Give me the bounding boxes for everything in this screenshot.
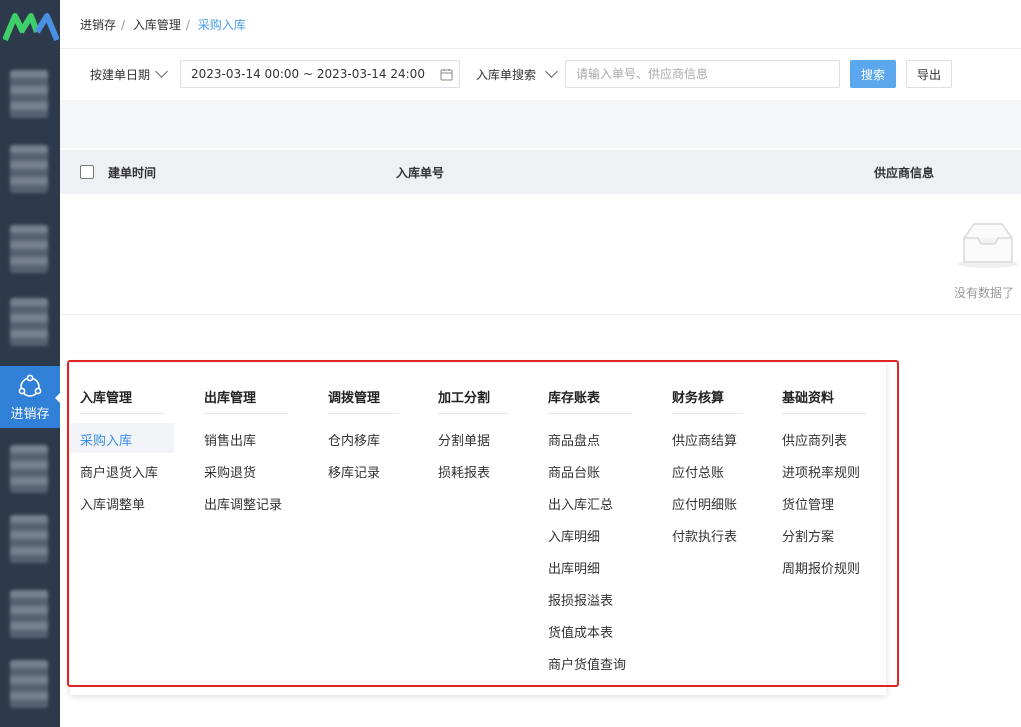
menu-item[interactable]: 周期报价规则 — [782, 558, 860, 577]
menu-column-underline — [782, 413, 866, 414]
menu-item[interactable]: 供应商列表 — [782, 430, 847, 449]
menu-column-title: 库存账表 — [548, 391, 601, 406]
menu-item[interactable]: 商品盘点 — [548, 430, 600, 449]
menu-column-title: 出库管理 — [204, 391, 257, 406]
menu-item-purchase-inbound[interactable]: 采购入库 — [80, 430, 132, 449]
sidebar-item-blurred[interactable] — [10, 660, 48, 708]
table-header: 建单时间 入库单号 供应商信息 — [60, 150, 1021, 194]
menu-column-title: 加工分割 — [438, 391, 491, 406]
menu-item[interactable]: 商户货值查询 — [548, 654, 626, 673]
date-range-picker[interactable]: 2023-03-14 00:00 ~ 2023-03-14 24:00 — [180, 60, 460, 88]
breadcrumb-separator: / — [185, 18, 190, 32]
menu-column-underline — [548, 413, 632, 414]
menu-column-underline — [672, 413, 742, 414]
breadcrumb-item[interactable]: 入库管理 — [133, 18, 181, 32]
app-logo — [3, 13, 59, 42]
menu-item[interactable]: 移库记录 — [328, 462, 380, 481]
menu-item[interactable]: 入库明细 — [548, 526, 600, 545]
breadcrumb-current: 采购入库 — [197, 18, 246, 32]
menu-item[interactable]: 销售出库 — [204, 430, 256, 449]
menu-item[interactable]: 分割方案 — [782, 526, 834, 545]
column-header: 入库单号 — [396, 166, 445, 180]
menu-item[interactable]: 付款执行表 — [672, 526, 737, 545]
menu-item[interactable]: 商品台账 — [548, 462, 600, 481]
menu-item[interactable]: 报损报溢表 — [548, 590, 613, 609]
menu-column-underline — [328, 413, 398, 414]
menu-item[interactable]: 出入库汇总 — [548, 494, 613, 513]
column-header: 建单时间 — [108, 166, 157, 180]
menu-column-underline — [80, 413, 164, 414]
breadcrumb-separator: / — [121, 18, 126, 32]
navigation-dropdown-menu: 入库管理 采购入库 商户退货入库 入库调整单 出库管理 销售出库 采购退货 出库… — [70, 363, 886, 695]
sidebar-item-inventory[interactable]: 进销存 — [0, 366, 60, 428]
sidebar-item-blurred[interactable] — [10, 515, 48, 563]
breadcrumb-item[interactable]: 进销存 — [80, 18, 116, 32]
sidebar-item-blurred[interactable] — [10, 225, 48, 273]
menu-item[interactable]: 货值成本表 — [548, 622, 613, 641]
empty-box-icon — [958, 223, 1018, 268]
divider — [60, 48, 1021, 49]
menu-item[interactable]: 应付总账 — [672, 462, 724, 481]
sidebar-item-label: 进销存 — [10, 407, 50, 422]
breadcrumb: 进销存 / 入库管理 / 采购入库 — [80, 16, 249, 33]
sidebar-item-blurred[interactable] — [10, 590, 48, 638]
sidebar-item-blurred[interactable] — [10, 145, 48, 193]
chevron-down-icon[interactable] — [155, 65, 168, 78]
menu-item[interactable]: 采购退货 — [204, 462, 256, 481]
menu-item[interactable]: 仓内移库 — [328, 430, 380, 449]
export-button[interactable]: 导出 — [906, 60, 952, 88]
menu-column-underline — [204, 413, 288, 414]
inventory-icon — [18, 374, 42, 397]
sidebar-item-blurred[interactable] — [10, 70, 48, 118]
chevron-down-icon[interactable] — [545, 65, 558, 78]
menu-item[interactable]: 货位管理 — [782, 494, 834, 513]
date-type-select[interactable]: 按建单日期 — [90, 66, 150, 83]
toolbar-band — [60, 100, 1021, 148]
menu-item[interactable]: 分割单据 — [438, 430, 490, 449]
calendar-icon — [440, 69, 453, 81]
menu-item[interactable]: 应付明细账 — [672, 494, 737, 513]
sidebar-item-blurred[interactable] — [10, 298, 48, 346]
menu-column-title: 基础资料 — [782, 391, 835, 406]
select-all-checkbox[interactable] — [80, 165, 94, 179]
menu-item[interactable]: 出库明细 — [548, 558, 600, 577]
menu-item[interactable]: 供应商结算 — [672, 430, 737, 449]
divider — [60, 314, 1021, 315]
search-input[interactable] — [565, 60, 840, 88]
column-header: 供应商信息 — [874, 166, 935, 180]
menu-column-title: 入库管理 — [80, 391, 133, 406]
menu-column-underline — [438, 413, 508, 414]
empty-state-text: 没有数据了 — [954, 286, 1015, 300]
search-type-select[interactable]: 入库单搜索 — [476, 66, 536, 83]
menu-item[interactable]: 损耗报表 — [438, 462, 490, 481]
menu-item[interactable]: 进项税率规则 — [782, 462, 860, 481]
date-range-value: 2023-03-14 00:00 ~ 2023-03-14 24:00 — [191, 67, 425, 81]
menu-item[interactable]: 入库调整单 — [80, 494, 145, 513]
menu-item[interactable]: 出库调整记录 — [204, 494, 282, 513]
sidebar-item-blurred[interactable] — [10, 445, 48, 493]
search-button[interactable]: 搜索 — [850, 60, 896, 88]
menu-item[interactable]: 商户退货入库 — [80, 462, 158, 481]
active-indicator — [55, 392, 61, 404]
menu-column-title: 调拨管理 — [328, 391, 381, 406]
menu-column-title: 财务核算 — [672, 391, 725, 406]
sidebar: 进销存 — [0, 0, 61, 727]
